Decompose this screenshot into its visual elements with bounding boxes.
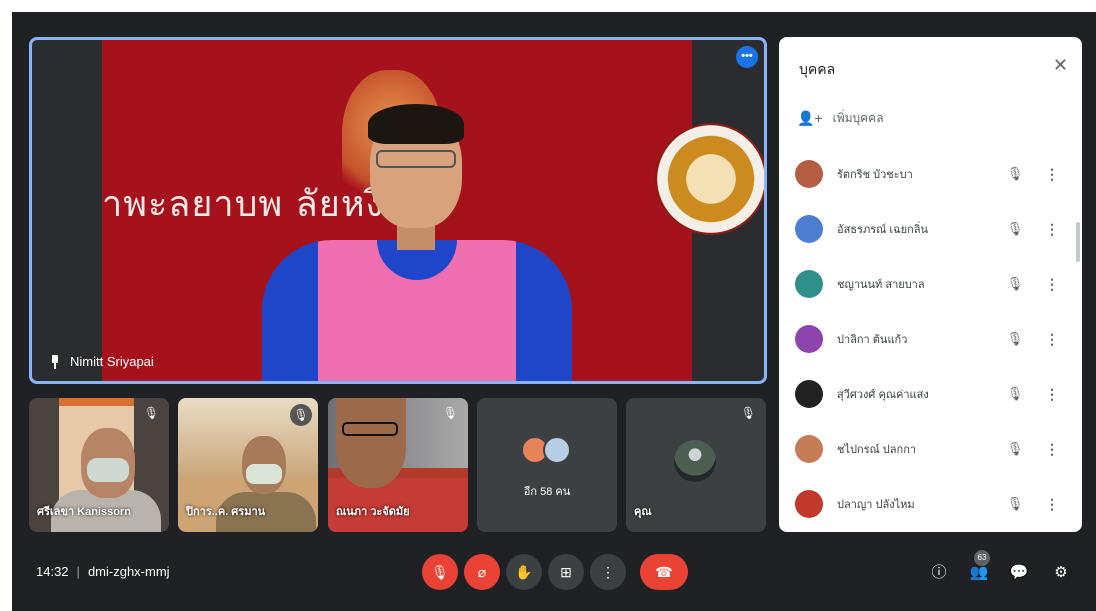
pin-icon[interactable]: [50, 354, 60, 369]
hand-icon: ✋: [515, 564, 533, 580]
camera-off-icon: ⌀: [477, 564, 487, 580]
participant-row[interactable]: รัตกริช บัวชะบา 🎙 ⋮: [795, 154, 1060, 194]
more-vert-icon[interactable]: ⋮: [1045, 331, 1059, 348]
add-person-icon: 👤+: [797, 110, 823, 126]
end-call-button[interactable]: ☎: [640, 554, 688, 590]
activities-icon[interactable]: ⚙: [1050, 562, 1072, 584]
avatar: [795, 490, 823, 518]
participant-name: รัตกริช บัวชะบา: [837, 169, 913, 181]
participant-row[interactable]: ปลาญา ปลังไหม 🎙 ⋮: [795, 484, 1060, 524]
participant-name: ชไปกรณ์ ปลกกา: [837, 444, 917, 456]
participant-row[interactable]: ปาลิกา ต้นแก้ว 🎙 ⋮: [795, 319, 1060, 359]
mic-off-icon: 🎙: [431, 564, 449, 580]
participant-name: ณนภา วะจัดมัย: [336, 506, 410, 518]
self-tile[interactable]: 🎙 คุณ: [626, 398, 766, 532]
avatar: [543, 436, 571, 464]
separator: |: [76, 564, 80, 579]
mic-off-icon: 🎙: [1006, 386, 1024, 401]
participant-name: ชญานนท์ สายบาล: [837, 279, 925, 291]
participant-count-badge: 63: [974, 550, 990, 566]
participant-row[interactable]: สุวีศวงศ์ คุณค่าแสง 🎙 ⋮: [795, 374, 1060, 414]
more-options-button[interactable]: ⋮: [590, 554, 626, 590]
others-avatars: [521, 436, 571, 464]
more-vert-icon[interactable]: ⋮: [1045, 166, 1059, 183]
present-icon: ⊞: [560, 564, 572, 580]
meeting-time: 14:32: [36, 564, 69, 579]
others-tile[interactable]: อีก 58 คน: [477, 398, 617, 532]
meeting-info: 14:32 | dmi-zghx-mmj: [36, 564, 170, 579]
avatar: [795, 270, 823, 298]
participant-name: สุวีศวงศ์ คุณค่าแสง: [837, 389, 929, 401]
participant-row[interactable]: ชญานนท์ สายบาล 🎙 ⋮: [795, 264, 1060, 304]
add-people-button[interactable]: 👤+ เพิ่มบุคคล: [797, 109, 884, 128]
college-emblem: [655, 123, 764, 235]
mic-off-icon: 🎙: [143, 406, 159, 420]
speaker-name: Nimitt Sriyapai: [70, 354, 154, 369]
main-speaker-tile[interactable]: าพะลยาบพ ลัยหงิ Nimitt Sriyapai •••: [29, 37, 767, 384]
mic-off-icon: 🎙: [1006, 331, 1024, 346]
mic-toggle-button[interactable]: 🎙: [422, 554, 458, 590]
add-people-label: เพิ่มบุคคล: [832, 111, 884, 125]
mic-off-icon: 🎙: [1006, 441, 1024, 456]
speaker-video: [252, 104, 582, 381]
mic-off-icon: 🎙: [740, 406, 756, 420]
more-vert-icon[interactable]: ⋮: [1045, 386, 1059, 403]
participant-name: คุณ: [634, 506, 652, 518]
mic-off-icon: 🎙: [1006, 221, 1024, 236]
more-options-icon[interactable]: •••: [736, 46, 758, 68]
more-vert-icon[interactable]: ⋮: [1045, 221, 1059, 238]
mic-off-icon: 🎙: [1006, 276, 1024, 291]
meet-window: าพะลยาบพ ลัยหงิ Nimitt Sriyapai ••• 🎙 ศร…: [12, 12, 1096, 611]
mic-off-icon: 🎙: [442, 406, 458, 420]
avatar: [795, 325, 823, 353]
avatar: [795, 215, 823, 243]
more-vert-icon: ⋮: [601, 564, 615, 580]
participant-name: อัสธรภรณ์ เฉยกลิ่น: [837, 224, 928, 236]
avatar: [795, 160, 823, 188]
close-icon[interactable]: ✕: [1053, 55, 1068, 76]
people-panel: บุคคล ✕ 👤+ เพิ่มบุคคล รัตกริช บัวชะบา 🎙 ⋮ อ…: [779, 37, 1082, 532]
camera-toggle-button[interactable]: ⌀: [464, 554, 500, 590]
avatar: [674, 440, 716, 482]
meeting-code: dmi-zghx-mmj: [87, 564, 170, 579]
raise-hand-button[interactable]: ✋: [506, 554, 542, 590]
participant-name: ปิการ..ค. ศรมาน: [186, 506, 266, 518]
participant-tile[interactable]: 🎙 ปิการ..ค. ศรมาน: [178, 398, 318, 532]
panel-title: บุคคล: [799, 61, 836, 77]
avatar: [795, 435, 823, 463]
speaker-name-label: Nimitt Sriyapai: [50, 354, 154, 369]
more-vert-icon[interactable]: ⋮: [1045, 441, 1059, 458]
end-call-icon: ☎: [655, 564, 673, 580]
participant-name: ศรีเลขา Kanissorn: [37, 506, 131, 518]
participant-tile[interactable]: 🎙 ณนภา วะจัดมัย: [328, 398, 468, 532]
others-count: อีก 58 คน: [523, 486, 571, 498]
chat-icon[interactable]: 💬: [1008, 562, 1030, 584]
avatar: [795, 380, 823, 408]
bottom-bar: 14:32 | dmi-zghx-mmj 🎙 ⌀ ✋ ⊞ ⋮ ☎ ⓘ 63 👥 …: [12, 542, 1096, 611]
scrollbar[interactable]: [1076, 222, 1080, 262]
participant-name: ปลาญา ปลังไหม: [837, 499, 915, 511]
more-vert-icon[interactable]: ⋮: [1045, 496, 1059, 513]
participant-tile[interactable]: 🎙 ศรีเลขา Kanissorn: [29, 398, 169, 532]
more-vert-icon[interactable]: ⋮: [1045, 276, 1059, 293]
present-button[interactable]: ⊞: [548, 554, 584, 590]
people-icon: 👥: [969, 564, 989, 581]
participant-row[interactable]: ชไปกรณ์ ปลกกา 🎙 ⋮: [795, 429, 1060, 469]
mic-off-icon: 🎙: [290, 404, 312, 426]
mic-off-icon: 🎙: [1006, 496, 1024, 511]
participant-row[interactable]: อัสธรภรณ์ เฉยกลิ่น 🎙 ⋮: [795, 209, 1060, 249]
info-icon[interactable]: ⓘ: [928, 562, 950, 584]
mic-off-icon: 🎙: [1006, 166, 1024, 181]
participant-name: ปาลิกา ต้นแก้ว: [837, 334, 908, 346]
people-button[interactable]: 63 👥: [968, 550, 990, 584]
